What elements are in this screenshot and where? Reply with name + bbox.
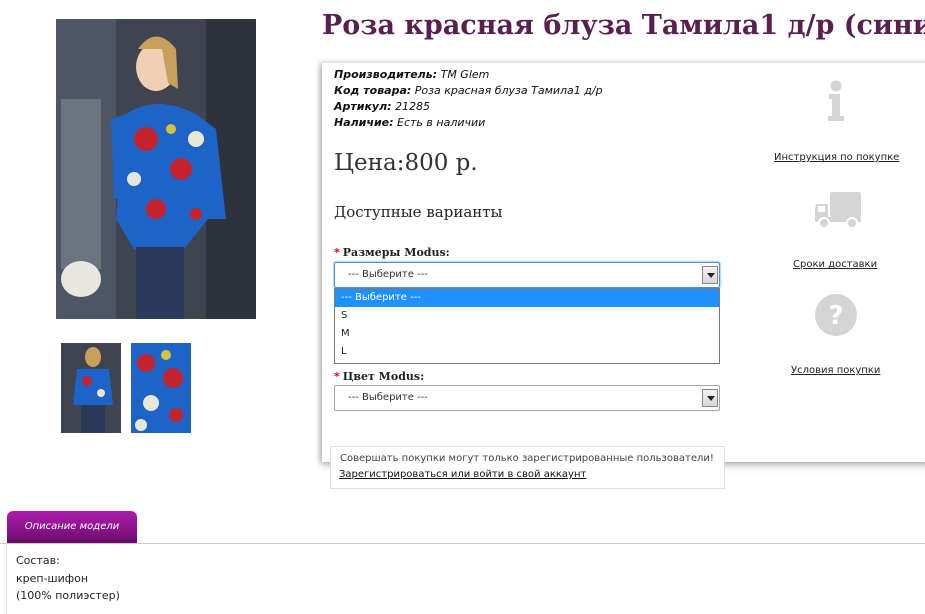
size-option-s[interactable]: S xyxy=(335,307,719,325)
color-label: * Цвет Modus: xyxy=(334,370,424,383)
code-value: Роза красная блуза Тамила1 д/р xyxy=(414,84,603,97)
color-select[interactable]: --- Выберите --- xyxy=(334,385,720,411)
availability-value: Есть в наличии xyxy=(397,116,486,129)
size-dropdown-list[interactable]: --- Выберите --- S M L xyxy=(334,288,720,364)
chevron-down-icon[interactable] xyxy=(702,389,718,407)
required-mark: * xyxy=(334,246,340,259)
product-main-image[interactable] xyxy=(56,19,256,319)
notice-message: Совершать покупки могут только зарегистр… xyxy=(340,453,714,464)
variants-title: Доступные варианты xyxy=(334,203,503,221)
register-link[interactable]: Зарегистрироваться или войти в свой акка… xyxy=(339,469,586,480)
manufacturer-row: Производитель: TM Glem xyxy=(334,67,603,83)
description-content: Состав: креп-шифон (100% полиэстер) xyxy=(6,544,925,614)
thumbnail-image xyxy=(61,343,121,433)
product-price: Цена:800 р. xyxy=(334,150,478,176)
code-row: Код товара: Роза красная блуза Тамила1 д… xyxy=(334,83,603,99)
article-value: 21285 xyxy=(395,100,431,113)
registration-notice: Совершать покупки могут только зарегистр… xyxy=(330,446,725,489)
color-select-value: --- Выберите --- xyxy=(348,392,428,403)
article-label: Артикул: xyxy=(334,100,392,113)
question-icon: ? xyxy=(814,293,858,341)
model-photo xyxy=(56,19,256,319)
size-option-choose[interactable]: --- Выберите --- xyxy=(335,289,719,307)
truck-icon xyxy=(814,190,862,234)
size-select[interactable]: --- Выберите --- xyxy=(334,262,720,288)
conditions-link[interactable]: Условия покупки xyxy=(791,365,880,376)
required-mark: * xyxy=(334,370,340,383)
svg-text:?: ? xyxy=(828,301,843,331)
size-label: * Размеры Modus: xyxy=(334,246,450,259)
description-line: Состав: xyxy=(16,554,60,567)
instruction-link[interactable]: Инструкция по покупке xyxy=(774,152,899,163)
manufacturer-label: Производитель: xyxy=(334,68,438,81)
description-line: креп-шифон xyxy=(16,572,89,585)
size-option-l[interactable]: L xyxy=(335,343,719,361)
product-title: Роза красная блуза Тамила1 д/р (синий) xyxy=(322,10,925,41)
code-label: Код товара: xyxy=(334,84,412,97)
chevron-down-icon[interactable] xyxy=(702,266,718,284)
description-line: (100% полиэстер) xyxy=(16,589,120,602)
manufacturer-value: TM Glem xyxy=(440,68,490,81)
product-meta: Производитель: TM Glem Код товара: Роза … xyxy=(334,67,603,131)
info-icon xyxy=(826,80,846,126)
availability-label: Наличие: xyxy=(334,116,394,129)
product-thumbnail-detail[interactable] xyxy=(131,343,191,433)
size-label-text: Размеры Modus: xyxy=(342,246,450,259)
thumbnail-image xyxy=(131,343,191,433)
availability-row: Наличие: Есть в наличии xyxy=(334,115,603,131)
article-row: Артикул: 21285 xyxy=(334,99,603,115)
product-thumbnail-back[interactable] xyxy=(61,343,121,433)
color-label-text: Цвет Modus: xyxy=(342,370,425,383)
size-select-value: --- Выберите --- xyxy=(348,269,428,280)
size-option-m[interactable]: M xyxy=(335,325,719,343)
delivery-link[interactable]: Сроки доставки xyxy=(793,259,877,270)
tab-description[interactable]: Описание модели xyxy=(7,511,137,543)
